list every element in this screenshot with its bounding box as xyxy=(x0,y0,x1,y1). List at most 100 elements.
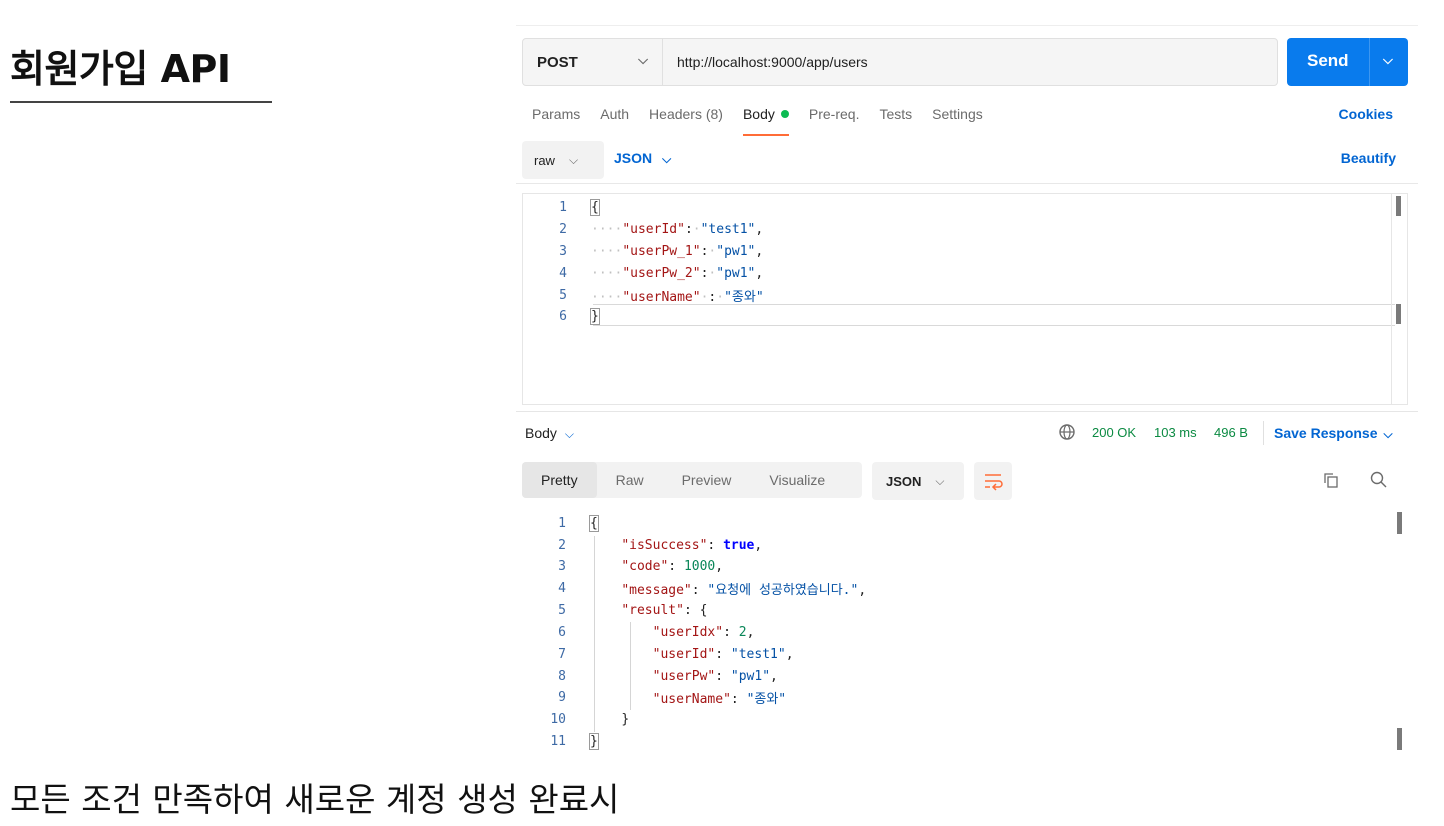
method-label: POST xyxy=(537,53,578,71)
tab-pre-request[interactable]: Pre-req. xyxy=(809,106,860,136)
line-content: "userId": "test1", xyxy=(652,646,794,662)
code-line: 11 } xyxy=(522,730,599,752)
code-line: 10 } xyxy=(522,708,629,730)
chevron-down-icon: ⌵ xyxy=(662,152,672,166)
status-code[interactable]: 200 OK xyxy=(1092,425,1136,440)
tab-body[interactable]: Body xyxy=(742,106,789,136)
response-body-label: Body xyxy=(525,425,557,441)
line-content: { xyxy=(589,514,599,532)
line-number: 1 xyxy=(558,515,566,531)
send-divider xyxy=(1369,38,1370,86)
code-line: 3 "code": 1000, xyxy=(522,555,723,577)
search-icon[interactable] xyxy=(1369,470,1389,490)
json-value: 2 xyxy=(738,624,747,640)
line-number: 7 xyxy=(558,646,566,662)
json-value: "종와" xyxy=(724,289,764,305)
scrollbar-thumb[interactable] xyxy=(1396,304,1401,324)
editor-scroll-track xyxy=(1391,194,1392,404)
chevron-down-icon: ⌵ xyxy=(568,152,579,167)
chevron-down-icon: ⌵ xyxy=(935,473,945,488)
request-body-editor[interactable]: 1 { 2 ····"userId":·"test1", 3 ····"user… xyxy=(522,193,1408,405)
wrap-lines-button[interactable] xyxy=(974,462,1012,500)
line-number: 6 xyxy=(559,308,567,324)
json-key: "userId" xyxy=(652,646,716,662)
body-language-label: JSON xyxy=(614,150,653,166)
code-line: 3 ····"userPw_1":·"pw1", xyxy=(523,240,763,262)
cookies-link[interactable]: Cookies xyxy=(1339,106,1393,122)
response-body-viewer[interactable]: 1 { 2 "isSuccess": true, 3 "code": 1000,… xyxy=(522,512,1408,762)
line-number: 11 xyxy=(550,733,566,749)
divider xyxy=(516,183,1418,184)
beautify-link[interactable]: Beautify xyxy=(1341,150,1396,166)
code-line: 2 ····"userId":·"test1", xyxy=(523,218,763,240)
code-line: 5 "result": { xyxy=(522,599,707,621)
tab-raw[interactable]: Raw xyxy=(597,462,663,498)
line-content: "message": "요청에 성공하였습니다.", xyxy=(621,582,867,598)
copy-icon[interactable] xyxy=(1322,471,1340,489)
body-type-label: raw xyxy=(534,152,555,168)
body-type-select[interactable]: raw ⌵ xyxy=(522,141,604,179)
json-value: "pw1" xyxy=(730,668,771,684)
line-content: } xyxy=(590,307,600,325)
json-punct: , xyxy=(746,624,755,640)
wrap-lines-icon xyxy=(985,474,1003,491)
json-punct: , xyxy=(770,668,778,684)
line-content: "userName": "종와" xyxy=(652,691,787,707)
response-format-select[interactable]: JSON ⌵ xyxy=(872,462,964,500)
page-title: 회원가입 API xyxy=(10,47,231,91)
tab-preview[interactable]: Preview xyxy=(663,462,751,498)
json-punct: , xyxy=(858,582,867,598)
json-key: "code" xyxy=(621,558,669,574)
chevron-down-icon: ⌵ xyxy=(1383,427,1393,441)
response-size[interactable]: 496 B xyxy=(1214,425,1248,440)
code-line: 6 "userIdx": 2, xyxy=(522,621,754,643)
code-line: 4 ····"userPw_2":·"pw1", xyxy=(523,262,763,284)
line-number: 2 xyxy=(558,537,566,553)
code-line: 4 "message": "요청에 성공하였습니다.", xyxy=(522,577,866,599)
json-value: 1000 xyxy=(683,558,716,574)
json-value: "요청에 성공하였습니다." xyxy=(707,582,859,598)
tab-headers[interactable]: Headers (8) xyxy=(649,106,723,136)
scrollbar-thumb[interactable] xyxy=(1397,512,1402,534)
send-label: Send xyxy=(1307,51,1349,70)
request-tabs: Params Auth Headers (8) Body Pre-req. Te… xyxy=(532,106,1003,136)
send-options-chevron-icon[interactable]: ⌵ xyxy=(1383,52,1393,68)
tab-auth[interactable]: Auth xyxy=(600,106,629,136)
send-button[interactable]: Send ⌵ xyxy=(1287,38,1408,86)
line-content: "userPw": "pw1", xyxy=(652,668,778,684)
divider xyxy=(1263,421,1264,445)
json-value: "test1" xyxy=(730,646,786,662)
json-punct: , xyxy=(754,537,763,553)
url-input[interactable]: http://localhost:9000/app/users xyxy=(677,39,868,85)
tab-visualize[interactable]: Visualize xyxy=(750,462,844,498)
tab-params[interactable]: Params xyxy=(532,106,580,136)
code-line: 1 { xyxy=(523,196,600,218)
line-number: 3 xyxy=(559,243,567,259)
tab-tests[interactable]: Tests xyxy=(879,106,912,136)
tab-settings[interactable]: Settings xyxy=(932,106,983,136)
save-response-button[interactable]: Save Response ⌵ xyxy=(1274,425,1393,442)
request-bar: POST ⌵ http://localhost:9000/app/users xyxy=(522,38,1278,86)
method-select[interactable]: POST ⌵ xyxy=(523,39,663,85)
scrollbar-thumb[interactable] xyxy=(1396,196,1401,216)
body-language-select[interactable]: JSON ⌵ xyxy=(614,150,671,167)
globe-icon[interactable] xyxy=(1058,423,1076,441)
json-value: "pw1" xyxy=(716,243,756,259)
line-number: 5 xyxy=(558,602,566,618)
code-line: 1 { xyxy=(522,512,599,534)
line-content: { xyxy=(590,198,600,216)
line-content: ····"userPw_2":·"pw1", xyxy=(591,265,764,281)
line-content: "result": { xyxy=(621,602,708,618)
line-number: 5 xyxy=(559,287,567,303)
scrollbar-thumb[interactable] xyxy=(1397,728,1402,750)
response-time[interactable]: 103 ms xyxy=(1154,425,1197,440)
json-key: "userPw_1" xyxy=(622,243,701,259)
response-body-select[interactable]: Body ⌵ xyxy=(525,425,574,442)
line-number: 10 xyxy=(550,711,566,727)
line-content: } xyxy=(589,732,599,750)
body-status-dot-icon xyxy=(780,110,789,118)
current-line-highlight xyxy=(593,304,1395,326)
json-value: "pw1" xyxy=(716,265,756,281)
code-line: 7 "userId": "test1", xyxy=(522,643,793,665)
tab-pretty[interactable]: Pretty xyxy=(522,462,597,498)
